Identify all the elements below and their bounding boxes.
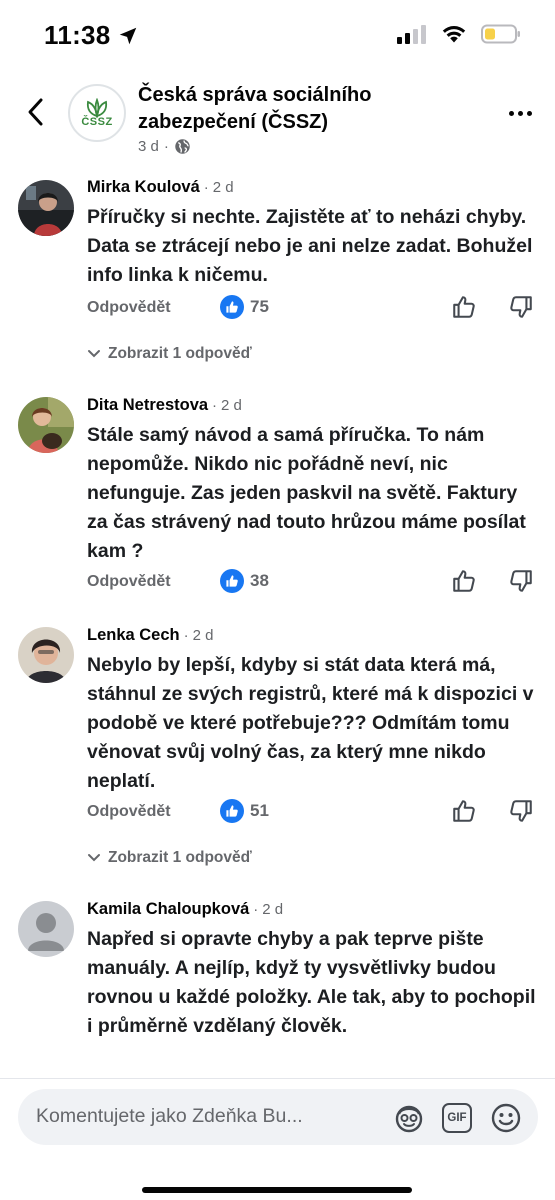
post-age: 3 d xyxy=(138,138,159,155)
comment-input-placeholder: Komentujete jako Zdeňka Bu... xyxy=(36,1105,303,1127)
comment-text: Příručky si nechte. Zajistěte ať to nehá… xyxy=(87,206,533,286)
avatar-photo xyxy=(18,397,74,453)
comment-time: 2 d xyxy=(212,179,234,196)
comment-time: 2 d xyxy=(221,397,242,414)
like-count[interactable]: 51 xyxy=(220,799,269,823)
thumbs-down-icon[interactable] xyxy=(508,798,534,824)
comment-text: Stále samý návod a samá příručka. To nám… xyxy=(87,424,526,562)
gif-button[interactable]: GIF xyxy=(440,1101,474,1135)
avatar[interactable] xyxy=(18,627,74,683)
emoji-icon xyxy=(491,1103,521,1133)
show-replies-label: Zobrazit 1 odpověď xyxy=(108,849,252,866)
comment-time: 2 d xyxy=(192,627,214,644)
page-title[interactable]: Česká správa sociálního zabezpečení (ČSS… xyxy=(138,82,468,136)
like-reaction-icon xyxy=(220,569,244,593)
like-number: 51 xyxy=(250,801,269,820)
like-count[interactable]: 75 xyxy=(220,295,269,319)
post-meta: 3 d · xyxy=(138,138,191,155)
comment-author-line: Dita Netrestova · 2 d xyxy=(87,396,242,415)
chevron-down-icon xyxy=(88,854,100,862)
post-header: ČSSZ Česká správa sociálního zabezpečení… xyxy=(0,70,555,170)
comment-author[interactable]: Lenka Cech xyxy=(87,626,180,645)
default-avatar-icon xyxy=(18,901,74,957)
thumbs-up-icon[interactable] xyxy=(451,798,477,824)
comment-actions: Odpovědět 51 xyxy=(87,799,547,829)
avatar[interactable] xyxy=(18,901,74,957)
thumbs-up-icon[interactable] xyxy=(451,568,477,594)
comment-actions: Odpovědět 38 xyxy=(87,569,547,599)
comment-separator: · xyxy=(203,179,209,196)
chevron-down-icon xyxy=(88,350,100,358)
thumbs-down-icon[interactable] xyxy=(508,294,534,320)
gif-icon: GIF xyxy=(442,1103,472,1133)
avatar-photo xyxy=(18,180,74,236)
comment-author[interactable]: Dita Netrestova xyxy=(87,396,208,415)
avatar-photo xyxy=(18,627,74,683)
comment-input[interactable]: Komentujete jako Zdeňka Bu... GIF xyxy=(18,1089,538,1145)
more-dot-icon xyxy=(526,110,532,116)
emoji-button[interactable] xyxy=(489,1101,523,1135)
cellular-signal-icon xyxy=(397,25,426,44)
status-time: 11:38 xyxy=(44,20,111,50)
comment-separator: · xyxy=(212,397,218,414)
comment-author[interactable]: Mirka Koulová xyxy=(87,178,200,197)
logo-text: ČSSZ xyxy=(81,116,113,128)
comment-time: 2 d xyxy=(262,901,284,918)
back-button[interactable] xyxy=(20,92,50,132)
like-reaction-icon xyxy=(220,295,244,319)
like-reaction-icon xyxy=(220,799,244,823)
thumbs-up-icon[interactable] xyxy=(451,294,477,320)
comment-author-line: Lenka Cech · 2 d xyxy=(87,626,213,645)
avatar[interactable] xyxy=(18,180,74,236)
more-dot-icon xyxy=(508,110,514,116)
reply-button[interactable]: Odpovědět xyxy=(87,803,171,821)
reply-button[interactable]: Odpovědět xyxy=(87,299,171,317)
thumbs-down-icon[interactable] xyxy=(508,568,534,594)
more-dot-icon xyxy=(517,110,523,116)
more-options-button[interactable] xyxy=(503,98,537,128)
meta-separator: · xyxy=(163,138,169,155)
globe-icon xyxy=(175,139,190,154)
comments-list: Mirka Koulová · 2 d Příručky si nechte. … xyxy=(0,175,555,1080)
status-bar: 11:38 xyxy=(0,0,555,70)
comment-author[interactable]: Kamila Chaloupková xyxy=(87,900,249,919)
show-replies-button[interactable]: Zobrazit 1 odpověď xyxy=(87,849,252,867)
like-number: 75 xyxy=(250,297,269,316)
comment-author-line: Mirka Koulová · 2 d xyxy=(87,178,234,197)
status-time-group: 11:38 xyxy=(44,20,139,51)
like-count[interactable]: 38 xyxy=(220,569,269,593)
avatar[interactable] xyxy=(18,397,74,453)
comment-actions: Odpovědět 75 xyxy=(87,295,547,325)
comment-separator: · xyxy=(253,901,259,918)
show-replies-button[interactable]: Zobrazit 1 odpověď xyxy=(87,345,252,363)
like-number: 38 xyxy=(250,571,269,590)
avatar-sticker-icon xyxy=(395,1105,423,1133)
page-avatar[interactable]: ČSSZ xyxy=(68,84,126,142)
wifi-icon xyxy=(442,26,466,43)
comment-author-line: Kamila Chaloupková · 2 d xyxy=(87,900,283,919)
comment-separator: · xyxy=(183,627,189,644)
comment-composer-bar: Komentujete jako Zdeňka Bu... GIF xyxy=(0,1078,555,1200)
show-replies-label: Zobrazit 1 odpověď xyxy=(108,345,252,362)
comment-text: Napřed si opravte chyby a pak teprve piš… xyxy=(87,928,536,1037)
comment-text: Nebylo by lepší, kdyby si stát data kter… xyxy=(87,654,534,792)
avatar-sticker-button[interactable] xyxy=(392,1101,426,1135)
status-indicators xyxy=(397,24,521,44)
reply-button[interactable]: Odpovědět xyxy=(87,573,171,591)
leaf-logo-icon xyxy=(86,98,108,118)
chevron-left-icon xyxy=(28,98,43,126)
location-arrow-icon xyxy=(119,27,136,44)
battery-icon xyxy=(481,24,520,44)
home-indicator xyxy=(142,1187,412,1193)
